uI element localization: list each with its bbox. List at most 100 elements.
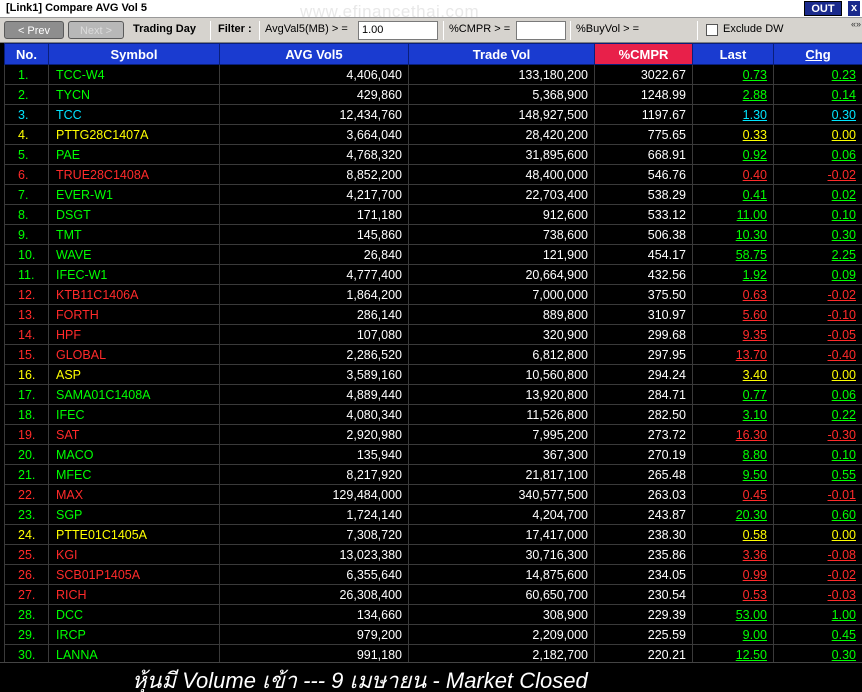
table-row[interactable]: 24. PTTE01C1405A 7,308,720 17,417,000 238.30…	[4, 524, 862, 545]
row-last[interactable]: 20.30	[692, 504, 774, 525]
row-last[interactable]: 0.99	[692, 564, 774, 585]
row-last[interactable]: 5.60	[692, 304, 774, 325]
table-row[interactable]: 21. MFEC 8,217,920 21,817,100 265.48 9.50 0.55	[4, 464, 862, 485]
row-chg[interactable]: 0.06	[773, 144, 862, 165]
row-last[interactable]: 13.70	[692, 344, 774, 365]
row-symbol[interactable]: WAVE	[48, 244, 220, 265]
row-last[interactable]: 53.00	[692, 604, 774, 625]
row-chg[interactable]: 0.30	[773, 224, 862, 245]
avgvol-filter-input[interactable]: 1.00	[358, 21, 438, 40]
row-symbol[interactable]: SCB01P1405A	[48, 564, 220, 585]
row-symbol[interactable]: KTB11C1406A	[48, 284, 220, 305]
row-chg[interactable]: -0.02	[773, 164, 862, 185]
row-symbol[interactable]: MACO	[48, 444, 220, 465]
row-chg[interactable]: -0.08	[773, 544, 862, 565]
row-last[interactable]: 1.92	[692, 264, 774, 285]
table-row[interactable]: 11. IFEC-W1 4,777,400 20,664,900 432.56 1.92 0…	[4, 264, 862, 285]
row-last[interactable]: 3.36	[692, 544, 774, 565]
table-row[interactable]: 5. PAE 4,768,320 31,895,600 668.91 0.92 0.06	[4, 144, 862, 165]
row-chg[interactable]: 0.23	[773, 64, 862, 85]
row-chg[interactable]: 0.60	[773, 504, 862, 525]
row-symbol[interactable]: TCC	[48, 104, 220, 125]
table-row[interactable]: 16. ASP 3,589,160 10,560,800 294.24 3.40 0.00	[4, 364, 862, 385]
table-row[interactable]: 14. HPF 107,080 320,900 299.68 9.35 -0.05	[4, 324, 862, 345]
table-row[interactable]: 18. IFEC 4,080,340 11,526,800 282.50 3.10 0.22	[4, 404, 862, 425]
table-row[interactable]: 8. DSGT 171,180 912,600 533.12 11.00 0.10	[4, 204, 862, 225]
prev-button[interactable]: < Prev	[4, 21, 64, 39]
row-last[interactable]: 1.30	[692, 104, 774, 125]
row-symbol[interactable]: TYCN	[48, 84, 220, 105]
row-chg[interactable]: -0.02	[773, 284, 862, 305]
row-last[interactable]: 0.33	[692, 124, 774, 145]
row-symbol[interactable]: TRUE28C1408A	[48, 164, 220, 185]
table-row[interactable]: 25. KGI 13,023,380 30,716,300 235.86 3.36 -0.0…	[4, 544, 862, 565]
row-symbol[interactable]: HPF	[48, 324, 220, 345]
table-row[interactable]: 17. SAMA01C1408A 4,889,440 13,920,800 284.71…	[4, 384, 862, 405]
table-row[interactable]: 2. TYCN 429,860 5,368,900 1248.99 2.88 0.14	[4, 84, 862, 105]
row-chg[interactable]: 0.30	[773, 104, 862, 125]
row-chg[interactable]: 0.10	[773, 204, 862, 225]
row-last[interactable]: 58.75	[692, 244, 774, 265]
table-row[interactable]: 1. TCC-W4 4,406,040 133,180,200 3022.67 0.73 0…	[4, 64, 862, 85]
cmpr-filter-input[interactable]	[516, 21, 566, 40]
row-last[interactable]: 0.41	[692, 184, 774, 205]
row-last[interactable]: 9.50	[692, 464, 774, 485]
table-row[interactable]: 7. EVER-W1 4,217,700 22,703,400 538.29 0.41 0.…	[4, 184, 862, 205]
row-symbol[interactable]: TCC-W4	[48, 64, 220, 85]
exclude-dw-checkbox[interactable]	[706, 24, 718, 36]
row-symbol[interactable]: MFEC	[48, 464, 220, 485]
row-last[interactable]: 0.73	[692, 64, 774, 85]
row-chg[interactable]: 2.25	[773, 244, 862, 265]
table-row[interactable]: 6. TRUE28C1408A 8,852,200 48,400,000 546.76 0…	[4, 164, 862, 185]
row-symbol[interactable]: MAX	[48, 484, 220, 505]
row-chg[interactable]: 0.00	[773, 364, 862, 385]
table-row[interactable]: 3. TCC 12,434,760 148,927,500 1197.67 1.30 0.3…	[4, 104, 862, 125]
table-row[interactable]: 22. MAX 129,484,000 340,577,500 263.03 0.45 -0…	[4, 484, 862, 505]
row-last[interactable]: 0.77	[692, 384, 774, 405]
table-row[interactable]: 10. WAVE 26,840 121,900 454.17 58.75 2.25	[4, 244, 862, 265]
row-last[interactable]: 0.63	[692, 284, 774, 305]
table-row[interactable]: 29. IRCP 979,200 2,209,000 225.59 9.00 0.45	[4, 624, 862, 645]
row-chg[interactable]: -0.03	[773, 584, 862, 605]
row-last[interactable]: 2.88	[692, 84, 774, 105]
row-last[interactable]: 16.30	[692, 424, 774, 445]
row-chg[interactable]: 0.55	[773, 464, 862, 485]
row-chg[interactable]: -0.40	[773, 344, 862, 365]
column-header-no[interactable]: No.	[4, 43, 49, 65]
table-row[interactable]: 9. TMT 145,860 738,600 506.38 10.30 0.30	[4, 224, 862, 245]
row-symbol[interactable]: IFEC-W1	[48, 264, 220, 285]
table-row[interactable]: 13. FORTH 286,140 889,800 310.97 5.60 -0.10	[4, 304, 862, 325]
next-button[interactable]: Next >	[68, 21, 124, 39]
column-header-last[interactable]: Last	[692, 43, 774, 65]
row-symbol[interactable]: TMT	[48, 224, 220, 245]
row-symbol[interactable]: IRCP	[48, 624, 220, 645]
row-symbol[interactable]: EVER-W1	[48, 184, 220, 205]
row-chg[interactable]: 0.06	[773, 384, 862, 405]
row-symbol[interactable]: IFEC	[48, 404, 220, 425]
close-button[interactable]: x	[848, 1, 860, 16]
row-last[interactable]: 11.00	[692, 204, 774, 225]
row-symbol[interactable]: SAT	[48, 424, 220, 445]
table-row[interactable]: 26. SCB01P1405A 6,355,640 14,875,600 234.05 0…	[4, 564, 862, 585]
row-symbol[interactable]: PAE	[48, 144, 220, 165]
row-last[interactable]: 9.00	[692, 624, 774, 645]
row-last[interactable]: 9.35	[692, 324, 774, 345]
column-header-trade-vol[interactable]: Trade Vol	[408, 43, 595, 65]
row-symbol[interactable]: PTTE01C1405A	[48, 524, 220, 545]
row-chg[interactable]: -0.05	[773, 324, 862, 345]
row-symbol[interactable]: SGP	[48, 504, 220, 525]
column-header-symbol[interactable]: Symbol	[48, 43, 220, 65]
row-symbol[interactable]: PTTG28C1407A	[48, 124, 220, 145]
column-header-cmpr[interactable]: %CMPR	[594, 43, 693, 65]
row-chg[interactable]: 0.00	[773, 524, 862, 545]
row-chg[interactable]: 0.22	[773, 404, 862, 425]
row-last[interactable]: 3.10	[692, 404, 774, 425]
row-symbol[interactable]: GLOBAL	[48, 344, 220, 365]
column-header-avg-vol5[interactable]: AVG Vol5	[219, 43, 409, 65]
column-header-chg[interactable]: Chg	[773, 43, 862, 65]
row-symbol[interactable]: DSGT	[48, 204, 220, 225]
row-chg[interactable]: -0.01	[773, 484, 862, 505]
row-chg[interactable]: 0.45	[773, 624, 862, 645]
toolbar-scroll-icon[interactable]: «»	[851, 19, 861, 29]
row-symbol[interactable]: RICH	[48, 584, 220, 605]
